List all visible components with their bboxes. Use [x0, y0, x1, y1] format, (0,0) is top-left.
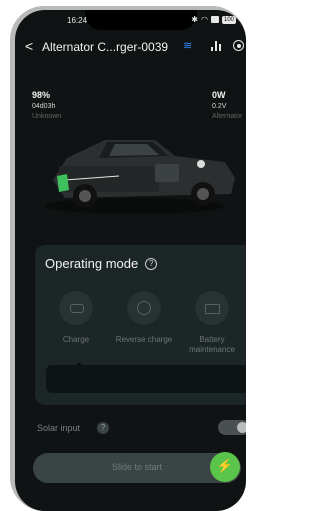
reverse-charge-icon: [127, 291, 161, 325]
operating-mode-title: Operating mode: [45, 256, 139, 271]
header: < Alternator C...rger-0039 ≋: [15, 36, 246, 58]
solar-input-row: Solar input ?: [37, 420, 246, 436]
mode-charge[interactable]: Charge: [41, 291, 111, 345]
mode-detail-panel: [46, 365, 246, 393]
device-title: Alternator C...rger-0039: [42, 40, 169, 54]
battery-icon: [195, 291, 229, 325]
solar-help-icon[interactable]: ?: [97, 422, 109, 434]
stats-bars-icon[interactable]: [211, 41, 221, 51]
lightning-bolt-icon: ⚡: [216, 458, 234, 473]
back-chevron-icon[interactable]: <: [25, 38, 33, 54]
alternator-charger-device: [57, 174, 69, 192]
mode-charge-label: Charge: [62, 335, 90, 344]
help-icon[interactable]: ?: [145, 257, 158, 270]
status-time: 16:24: [67, 16, 88, 25]
wifi-icon: ◠: [201, 15, 208, 24]
wifi-connected-icon: ≋: [183, 40, 193, 52]
mode-battery-maintenance[interactable]: Battery maintenance: [177, 291, 246, 355]
alternator-power: 0W: [212, 90, 226, 100]
operating-mode-header: Operating mode ?: [45, 256, 158, 271]
mode-reverse-charge[interactable]: Reverse charge: [109, 291, 179, 345]
battery-percent: 98%: [32, 90, 51, 100]
signal-icon: [210, 16, 219, 23]
slide-to-start-knob[interactable]: ⚡: [210, 452, 240, 482]
alternator-voltage: 0.2V: [212, 103, 227, 110]
solar-input-label: Solar input: [37, 423, 81, 433]
mode-reverse-charge-label: Reverse charge: [115, 335, 173, 344]
app-screen: 16:24 ✱ ◠ 100 < Alternator C...rger-0039…: [15, 10, 246, 511]
phone-frame: 16:24 ✱ ◠ 100 < Alternator C...rger-0039…: [10, 6, 246, 511]
settings-gear-icon[interactable]: [233, 40, 244, 51]
solar-input-toggle[interactable]: [218, 420, 246, 435]
battery-stat: 98% 04d03h Unknown: [32, 90, 61, 120]
car-icon: [59, 291, 93, 325]
status-bar: 16:24 ✱ ◠ 100: [15, 10, 246, 28]
battery-time-remaining: 04d03h: [32, 103, 56, 110]
bluetooth-icon: ✱: [191, 15, 198, 24]
alternator-stat: 0W 0.2V Alternator: [212, 90, 242, 120]
truck-illustration: [45, 140, 235, 214]
mode-battery-maintenance-label: Battery maintenance: [189, 335, 235, 354]
status-icons: ✱ ◠ 100: [191, 15, 236, 24]
battery-indicator: 100: [221, 15, 236, 24]
